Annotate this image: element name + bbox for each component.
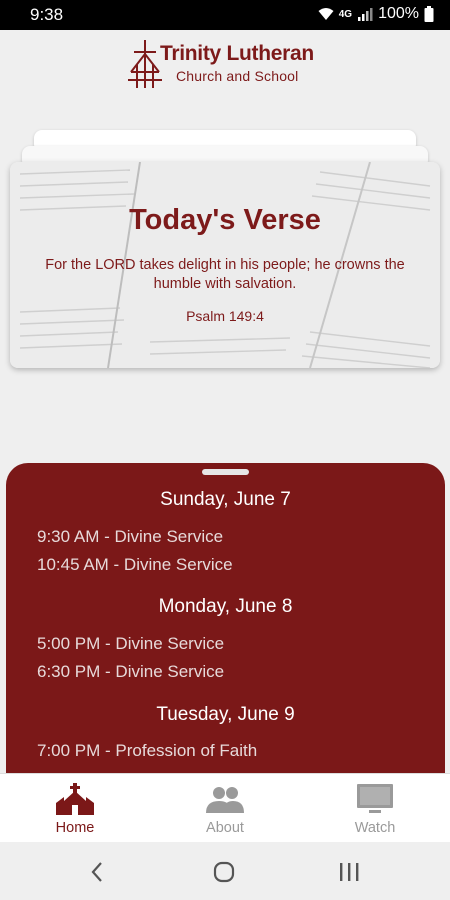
recents-icon[interactable] bbox=[337, 860, 361, 884]
service-item[interactable]: 7:00 PM - Profession of Faith bbox=[37, 741, 257, 761]
status-time: 9:38 bbox=[30, 5, 64, 24]
service-item[interactable]: 9:30 AM - Divine Service bbox=[37, 527, 223, 547]
nav-home-label: Home bbox=[55, 820, 95, 836]
verse-card[interactable]: Today's Verse For the LORD takes delight… bbox=[10, 162, 440, 368]
logo-subtitle: Church and School bbox=[176, 68, 299, 84]
nav-about[interactable]: About bbox=[150, 774, 300, 843]
service-item[interactable]: 10:45 AM - Divine Service bbox=[37, 555, 233, 575]
nav-watch[interactable]: Watch bbox=[300, 774, 450, 843]
status-bar: 9:38 4G 100% bbox=[0, 0, 450, 30]
network-type: 4G bbox=[338, 8, 353, 20]
verse-text: For the LORD takes delight in his people… bbox=[45, 257, 405, 292]
wifi-icon bbox=[318, 8, 334, 20]
service-item[interactable]: 6:30 PM - Divine Service bbox=[37, 662, 224, 682]
tv-icon bbox=[350, 782, 400, 816]
app-header: Trinity Lutheran Church and School bbox=[0, 30, 450, 94]
system-nav-bar bbox=[0, 842, 450, 900]
signal-icon bbox=[358, 8, 373, 21]
day-heading: Tuesday, June 9 bbox=[156, 704, 295, 725]
day-heading: Monday, June 8 bbox=[158, 596, 293, 617]
verse-title: Today's Verse bbox=[129, 204, 321, 236]
bottom-nav: Home About Watch bbox=[0, 773, 450, 842]
service-item[interactable]: 5:00 PM - Divine Service bbox=[37, 634, 224, 654]
status-icons: 4G 100% bbox=[318, 5, 434, 23]
logo-title: Trinity Lutheran bbox=[160, 42, 314, 65]
nav-watch-label: Watch bbox=[354, 820, 396, 836]
home-circle-icon[interactable] bbox=[212, 860, 236, 884]
verse-reference: Psalm 149:4 bbox=[186, 308, 264, 324]
battery-percent: 100% bbox=[378, 5, 419, 22]
back-icon[interactable] bbox=[85, 860, 109, 884]
schedule-sheet[interactable]: Sunday, June 7 9:30 AM - Divine Service … bbox=[6, 463, 445, 783]
church-icon bbox=[50, 782, 100, 816]
nav-about-label: About bbox=[206, 820, 244, 836]
people-icon bbox=[200, 782, 250, 816]
church-logo-icon bbox=[128, 40, 162, 88]
battery-icon bbox=[424, 6, 434, 22]
nav-home[interactable]: Home bbox=[0, 774, 150, 843]
sheet-drag-handle[interactable] bbox=[202, 469, 249, 475]
day-heading: Sunday, June 7 bbox=[160, 489, 291, 510]
